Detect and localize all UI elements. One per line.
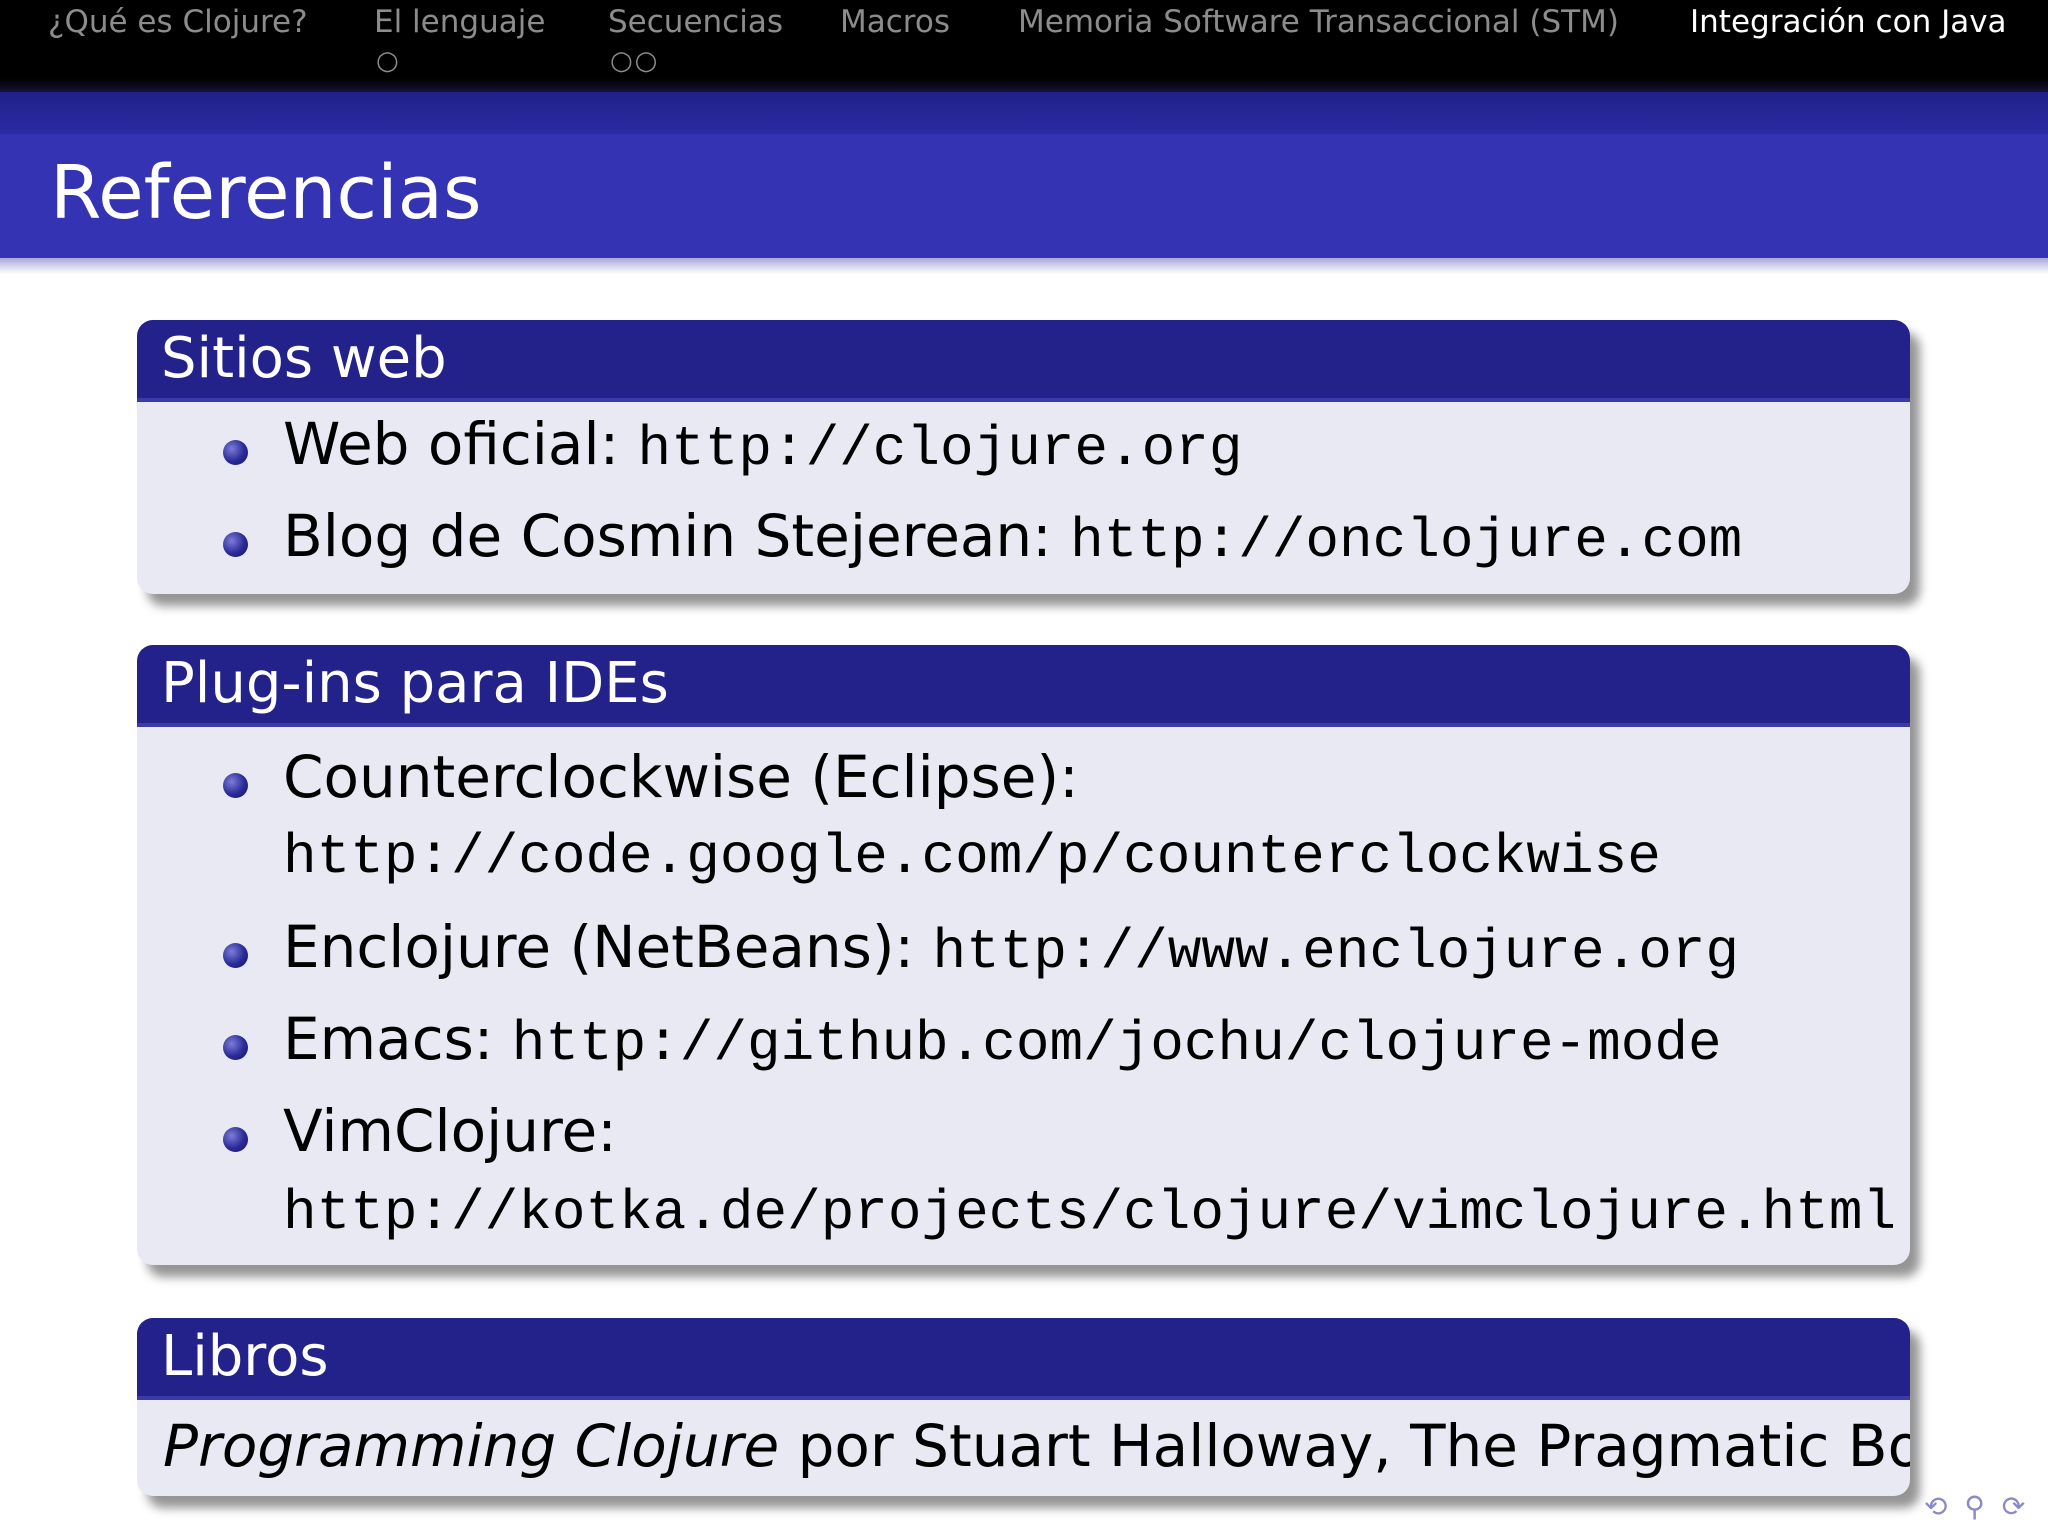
title-bar-shadow [0, 258, 2048, 274]
block-libros: Libros Programming Clojure por Stuart Ha… [137, 1318, 1910, 1496]
list-item-label: VimClojure: [283, 1097, 617, 1165]
url-link[interactable]: http://clojure.org [638, 417, 1243, 481]
url-link[interactable]: http://www.enclojure.org [933, 920, 1740, 984]
bullet-icon [223, 1127, 248, 1152]
bullet-icon [223, 440, 248, 465]
block-title: Libros [137, 1318, 1910, 1400]
block-title: Plug-ins para IDEs [137, 645, 1910, 727]
item-label: Blog de Cosmin Stejerean: [283, 502, 1071, 570]
nav-section-que-es-clojure[interactable]: ¿Qué es Clojure? [48, 4, 308, 40]
list-item: Web oficial: http://clojure.org [283, 410, 1242, 481]
nav-frame-dots-el-lenguaje[interactable]: ○ [376, 46, 401, 76]
block-plugins-ides: Plug-ins para IDEs Counterclockwise (Ecl… [137, 645, 1910, 1265]
page-title: Referencias [50, 150, 482, 236]
item-label: Emacs: [283, 1005, 512, 1073]
bullet-icon [223, 773, 248, 798]
url-link[interactable]: http://kotka.de/projects/clojure/vimcloj… [283, 1181, 1896, 1245]
list-item: Blog de Cosmin Stejerean: http://oncloju… [283, 502, 1742, 573]
block-title: Sitios web [137, 320, 1910, 402]
list-item: Enclojure (NetBeans): http://www.encloju… [283, 913, 1739, 984]
bullet-icon [223, 532, 248, 557]
nav-section-integracion-java[interactable]: Integración con Java [1690, 4, 2007, 40]
nav-frame-dots-secuencias[interactable]: ○○ [610, 46, 659, 76]
url-link[interactable]: http://code.google.com/p/counterclockwis… [283, 825, 1661, 889]
block-sitios-web: Sitios web Web oficial: http://clojure.o… [137, 320, 1910, 594]
book-title: Programming Clojure [163, 1412, 780, 1480]
list-item-label: Counterclockwise (Eclipse): [283, 743, 1079, 811]
header-band [0, 92, 2048, 134]
book-reference: Programming Clojure por Stuart Halloway,… [163, 1412, 1910, 1480]
nav-section-macros[interactable]: Macros [840, 4, 950, 40]
beamer-navigation-symbols-icon[interactable]: ⟲ ⚲ ⟳ [1924, 1490, 2029, 1523]
bullet-icon [223, 1035, 248, 1060]
item-label: Web oficial: [283, 410, 638, 478]
bullet-icon [223, 943, 248, 968]
book-details: por Stuart Halloway, The Pragmatic Books… [797, 1412, 1910, 1480]
url-link[interactable]: http://github.com/jochu/clojure-mode [512, 1012, 1722, 1076]
url-link[interactable]: http://onclojure.com [1070, 509, 1742, 573]
nav-section-secuencias[interactable]: Secuencias [608, 4, 783, 40]
list-item: Emacs: http://github.com/jochu/clojure-m… [283, 1005, 1722, 1076]
nav-section-el-lenguaje[interactable]: El lenguaje [374, 4, 545, 40]
item-label: Enclojure (NetBeans): [283, 913, 933, 981]
section-navigation-bar: ¿Qué es Clojure? El lenguaje ○ Secuencia… [0, 0, 2048, 92]
nav-section-stm[interactable]: Memoria Software Transaccional (STM) [1018, 4, 1619, 40]
